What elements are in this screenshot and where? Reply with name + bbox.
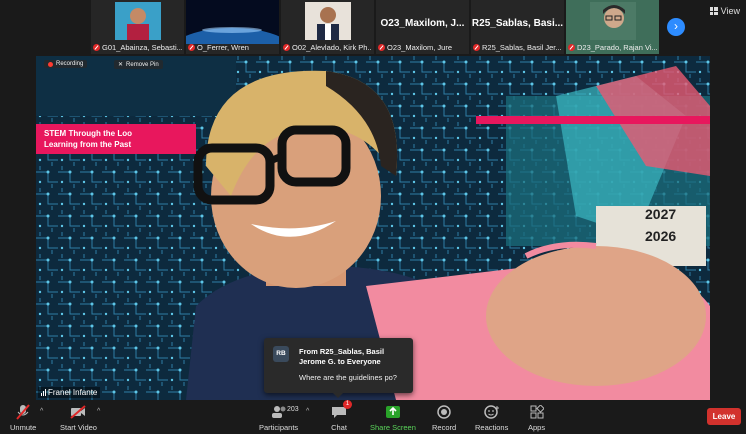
participant-thumbnail-strip: G01_Abainza, Sebasti... O_Ferrer, Wren O… — [91, 0, 685, 55]
pin-icon: ✕ — [118, 62, 124, 68]
banner-line-2: Learning from the Past — [44, 140, 132, 149]
sender-avatar: RB — [273, 346, 289, 362]
recording-dot-icon — [48, 61, 53, 67]
participant-name: G01_Abainza, Sebasti... — [102, 43, 182, 52]
start-video-label: Start Video — [60, 423, 97, 432]
participant-thumbnail[interactable]: R25_Sablas, Basi... R25_Sablas, Basil Je… — [471, 0, 564, 54]
view-button[interactable]: View — [709, 6, 740, 16]
participant-count: 203 — [287, 406, 299, 413]
participant-thumbnail[interactable]: O02_Alevlado, Kirk Ph... — [281, 0, 374, 54]
participants-icon — [271, 404, 287, 420]
participant-name: O23_Maxilom, Jure — [387, 43, 453, 52]
participant-name: O02_Alevlado, Kirk Ph... — [292, 43, 372, 52]
apps-button[interactable]: Apps — [528, 404, 545, 432]
microphone-muted-icon — [15, 404, 31, 420]
chat-sender-line: From R25_Sablas, Basil Jerome G. to Ever… — [299, 347, 385, 366]
recording-label: Recording — [56, 61, 84, 67]
participant-caption: D23_Parado, Rajan Vi... — [568, 43, 657, 52]
chat-label: Chat — [331, 423, 347, 432]
participant-thumbnail[interactable]: O23_Maxilom, J... O23_Maxilom, Jure — [376, 0, 469, 54]
participant-caption: G01_Abainza, Sebasti... — [93, 43, 182, 52]
reactions-button[interactable]: Reactions — [475, 404, 508, 432]
slide-year-top: 2027 — [645, 206, 677, 222]
share-screen-button[interactable]: Share Screen — [370, 404, 416, 432]
participant-caption: O_Ferrer, Wren — [188, 43, 277, 52]
chat-message-text: Where are the guidelines po? — [299, 373, 397, 382]
chat-button[interactable]: 1 Chat — [331, 400, 352, 432]
earth-image — [186, 0, 279, 44]
slide-banner-text: STEM Through the Loo Learning from the P… — [44, 128, 132, 150]
participant-photo — [589, 2, 636, 40]
speaker-name-tag: Franel Infante — [38, 387, 101, 398]
start-video-button[interactable]: Start Video — [60, 404, 97, 432]
participant-caption: O02_Alevlado, Kirk Ph... — [283, 43, 372, 52]
participant-thumbnail[interactable]: O_Ferrer, Wren — [186, 0, 279, 54]
participant-name: O_Ferrer, Wren — [197, 43, 249, 52]
mic-muted-icon — [568, 44, 575, 51]
audio-options-chevron-icon[interactable]: ^ — [40, 408, 43, 415]
participant-display-name: R25_Sablas, Basi... — [471, 18, 564, 29]
mic-muted-icon — [473, 44, 480, 51]
participant-photo — [304, 2, 351, 40]
mic-muted-icon — [93, 44, 100, 51]
participant-caption: R25_Sablas, Basil Jer... — [473, 43, 562, 52]
banner-line-1: STEM Through the Loo — [44, 129, 132, 138]
grid-view-icon — [709, 7, 718, 15]
participants-label: Participants — [259, 423, 299, 432]
smiley-plus-icon — [483, 404, 500, 420]
slide-banner: STEM Through the Loo Learning from the P… — [36, 124, 196, 154]
apps-icon — [529, 404, 545, 420]
mic-muted-icon — [283, 44, 290, 51]
participant-name: R25_Sablas, Basil Jer... — [482, 43, 562, 52]
unmute-button[interactable]: Unmute — [10, 404, 36, 432]
leave-button[interactable]: Leave — [707, 408, 741, 425]
share-screen-icon — [385, 404, 401, 420]
reactions-label: Reactions — [475, 423, 509, 432]
mic-muted-icon — [378, 44, 385, 51]
meeting-toolbar: Unmute ^ Start Video ^ Participants 203 … — [0, 400, 746, 434]
chat-bubble-icon: 1 — [331, 400, 352, 420]
participant-thumbnail[interactable]: D23_Parado, Rajan Vi... — [566, 0, 659, 54]
audio-level-icon — [41, 389, 46, 396]
participant-caption: O23_Maxilom, Jure — [378, 43, 467, 52]
share-screen-label: Share Screen — [370, 423, 416, 432]
record-label: Record — [432, 423, 457, 432]
apps-label: Apps — [528, 423, 546, 432]
participant-thumbnail[interactable]: G01_Abainza, Sebasti... — [91, 0, 184, 54]
participant-photo — [114, 2, 161, 40]
recording-indicator[interactable]: Recording — [44, 60, 88, 68]
remove-pin-button[interactable]: ✕ Remove Pin — [114, 60, 163, 69]
record-button[interactable]: Record — [432, 404, 456, 432]
participants-chevron-icon[interactable]: ^ — [306, 408, 309, 415]
video-options-chevron-icon[interactable]: ^ — [97, 408, 100, 415]
next-page-arrow-icon[interactable]: › — [667, 18, 685, 36]
remove-pin-label: Remove Pin — [126, 61, 159, 68]
unmute-label: Unmute — [10, 423, 37, 432]
chat-unread-badge: 1 — [343, 400, 352, 409]
speaker-name: Franel Infante — [48, 388, 98, 397]
record-icon — [436, 404, 452, 420]
slide-year-bottom: 2026 — [645, 228, 677, 244]
mic-muted-icon — [188, 44, 195, 51]
view-label: View — [720, 6, 740, 16]
participant-display-name: O23_Maxilom, J... — [380, 18, 465, 29]
video-off-icon — [70, 404, 87, 420]
chat-notification-popup[interactable]: RB From R25_Sablas, Basil Jerome G. to E… — [264, 338, 413, 398]
participant-name: D23_Parado, Rajan Vi... — [577, 43, 657, 52]
